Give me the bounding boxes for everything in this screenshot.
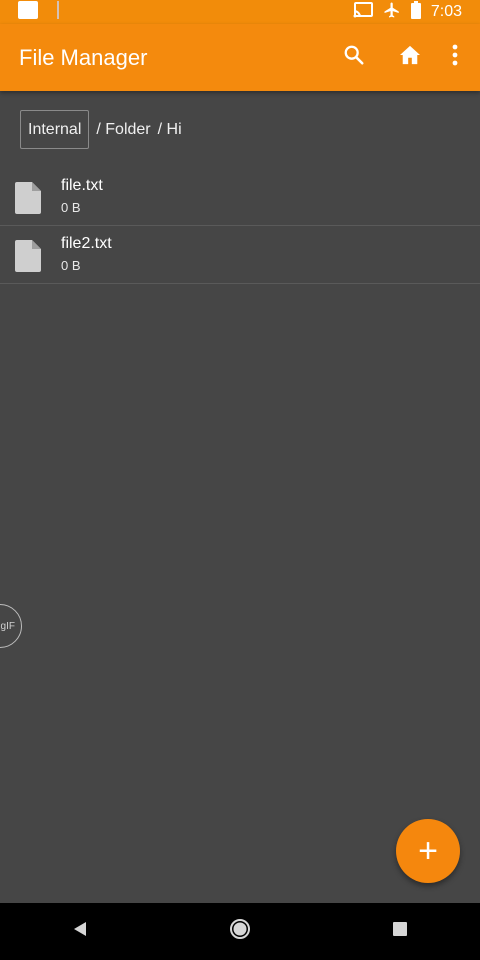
breadcrumb-internal[interactable]: Internal (20, 110, 90, 149)
home-circle-icon (229, 918, 251, 945)
breadcrumb-internal-label: Internal (28, 120, 82, 138)
add-icon: + (418, 831, 438, 870)
app-title: File Manager (19, 44, 148, 70)
add-button[interactable]: + (396, 819, 460, 883)
notification-square-icon (18, 0, 38, 24)
more-options-button[interactable] (438, 34, 472, 82)
list-item[interactable]: file.txt 0 B (0, 168, 480, 226)
battery-icon (410, 0, 421, 24)
file-name: file2.txt (61, 235, 112, 252)
breadcrumb: Internal / Folder / Hi (20, 110, 182, 149)
home-nav-button[interactable] (210, 908, 270, 956)
home-button[interactable] (382, 34, 438, 82)
usb-debug-icon (54, 0, 62, 24)
file-list: file.txt 0 B file2.txt 0 B (0, 168, 480, 284)
home-icon (399, 45, 421, 70)
breadcrumb-hi[interactable]: / Hi (158, 121, 182, 139)
file-size: 0 B (61, 200, 81, 215)
file-icon (15, 240, 41, 277)
recents-button[interactable] (370, 908, 430, 956)
status-time: 7:03 (430, 3, 462, 20)
back-button[interactable] (50, 908, 110, 956)
breadcrumb-folder[interactable]: / Folder (96, 121, 150, 139)
navigation-bar (0, 903, 480, 960)
app-bar: File Manager (0, 24, 480, 91)
back-icon (72, 921, 88, 942)
gif-badge-label: gIF (0, 620, 15, 632)
recents-icon (393, 922, 407, 941)
more-vert-icon (452, 44, 458, 71)
search-button[interactable] (326, 34, 382, 82)
airplane-mode-icon (383, 1, 401, 24)
file-icon (15, 182, 41, 219)
file-size: 0 B (61, 258, 81, 273)
list-item[interactable]: file2.txt 0 B (0, 226, 480, 284)
status-bar: 7:03 (0, 0, 480, 24)
cast-icon (353, 1, 373, 23)
gif-badge[interactable]: gIF (0, 604, 22, 648)
search-icon (343, 44, 365, 71)
file-name: file.txt (61, 177, 103, 194)
